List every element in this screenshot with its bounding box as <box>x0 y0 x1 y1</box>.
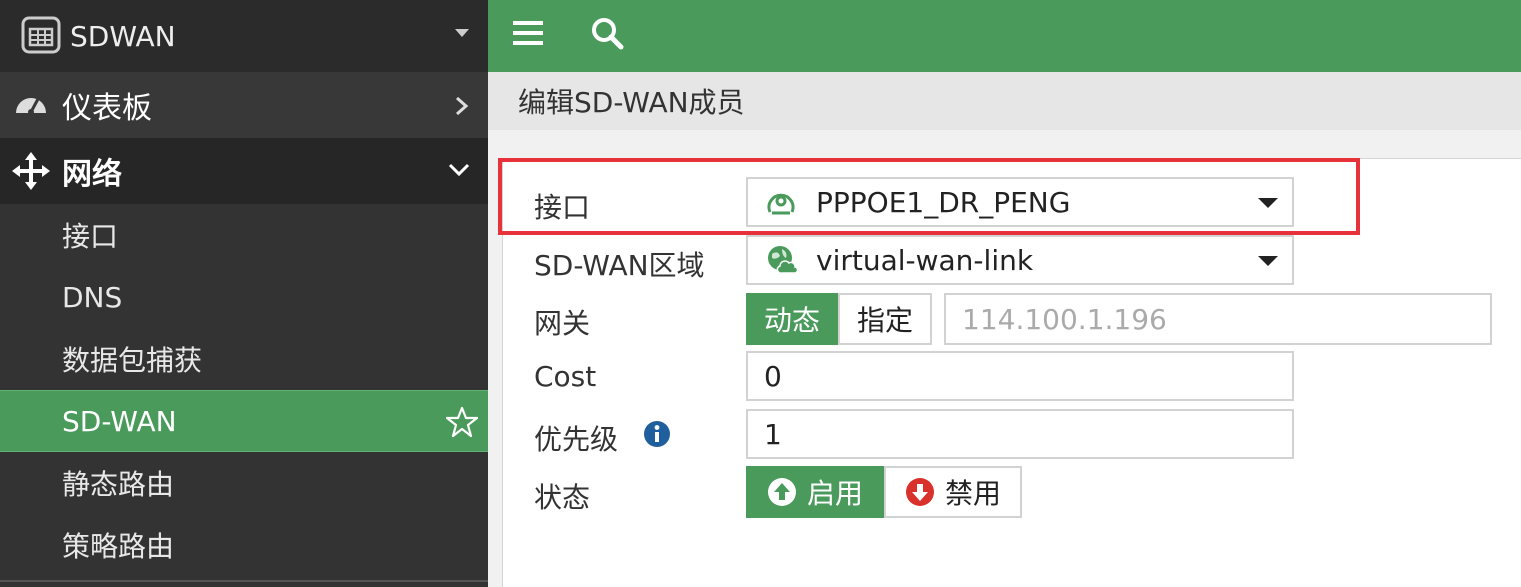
gateway-ip-input[interactable]: 114.100.1.196 <box>944 293 1492 345</box>
move-arrows-icon <box>12 152 50 190</box>
gateway-dynamic-button[interactable]: 动态 <box>746 293 838 345</box>
sidebar-item-network[interactable]: 网络 <box>0 138 488 204</box>
sdwan-zone-value: virtual-wan-link <box>816 243 1034 277</box>
sdwan-zone-label: SD-WAN区域 <box>534 249 705 282</box>
sidebar-item-packet-capture[interactable]: 数据包捕获 <box>0 328 488 390</box>
status-enable-label: 启用 <box>806 477 863 510</box>
search-icon[interactable] <box>588 14 628 54</box>
gateway-dynamic-label: 动态 <box>763 304 820 337</box>
sidebar-item-policy-routes[interactable]: 策略路由 <box>0 514 488 576</box>
sidebar-subitem-label: SD-WAN <box>62 404 177 438</box>
gateway-specify-button[interactable]: 指定 <box>838 293 932 345</box>
sidebar-item-interfaces[interactable]: 接口 <box>0 204 488 266</box>
sidebar: SDWAN 仪表板 网络 接口 DNS 数据包捕获 SD-WAN 静态路由 策略… <box>0 0 488 587</box>
info-icon[interactable] <box>643 420 671 448</box>
top-bar <box>488 0 1521 72</box>
sidebar-title: SDWAN <box>70 19 176 53</box>
hamburger-menu-icon[interactable] <box>513 18 545 48</box>
priority-input[interactable]: 1 <box>746 409 1294 459</box>
sidebar-item-static-routes[interactable]: 静态路由 <box>0 452 488 514</box>
sidebar-item-label: 仪表板 <box>62 91 152 126</box>
page-title-bar: 编辑SD-WAN成员 <box>488 72 1521 130</box>
priority-value: 1 <box>764 417 782 451</box>
sidebar-subitem-label: 数据包捕获 <box>62 344 203 377</box>
sdwan-zone-select[interactable]: virtual-wan-link <box>746 235 1294 285</box>
sidebar-subitem-label: 静态路由 <box>62 468 175 501</box>
sidebar-item-sdwan[interactable]: SD-WAN <box>0 390 488 452</box>
gateway-label: 网关 <box>534 307 591 340</box>
globe-cloud-icon <box>768 246 798 274</box>
sdwan-logo-icon <box>21 16 61 54</box>
chevron-right-icon <box>456 96 469 116</box>
cost-label: Cost <box>534 360 597 393</box>
sidebar-header[interactable]: SDWAN <box>0 0 488 72</box>
cost-input[interactable]: 0 <box>746 351 1294 401</box>
sidebar-item-dns[interactable]: DNS <box>0 266 488 328</box>
gateway-ip-placeholder: 114.100.1.196 <box>962 302 1167 336</box>
status-disable-label: 禁用 <box>944 477 1001 510</box>
arrow-down-circle-icon <box>905 478 934 506</box>
status-disable-button[interactable]: 禁用 <box>884 466 1022 518</box>
highlight-box <box>498 158 1360 235</box>
chevron-down-icon <box>448 163 470 177</box>
sidebar-subitem-label: 接口 <box>62 220 119 253</box>
sidebar-item-label: 网络 <box>62 157 122 192</box>
sidebar-item-dashboard[interactable]: 仪表板 <box>0 72 488 138</box>
cost-value: 0 <box>764 359 782 393</box>
gateway-specify-label: 指定 <box>856 304 913 337</box>
sidebar-divider <box>0 580 488 582</box>
sidebar-subitem-label: DNS <box>62 280 123 314</box>
caret-down-icon[interactable] <box>455 29 469 37</box>
arrow-up-circle-icon <box>767 478 796 506</box>
dropdown-caret-icon <box>1258 256 1278 266</box>
status-enable-button[interactable]: 启用 <box>746 466 884 518</box>
priority-label: 优先级 <box>534 423 619 456</box>
page-title: 编辑SD-WAN成员 <box>518 86 745 119</box>
star-favorite-icon[interactable] <box>446 406 478 438</box>
dashboard-gauge-icon <box>16 98 46 115</box>
status-label: 状态 <box>534 481 591 514</box>
sidebar-subitem-label: 策略路由 <box>62 530 175 563</box>
